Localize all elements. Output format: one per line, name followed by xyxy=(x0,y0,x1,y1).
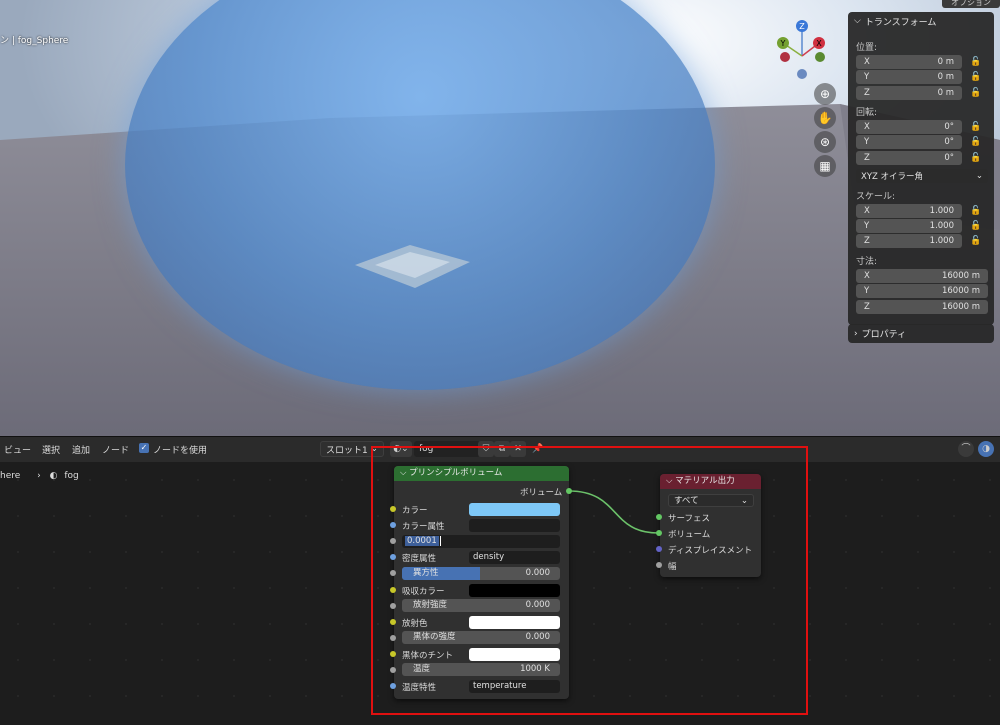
city-model xyxy=(355,245,470,288)
lock-icon[interactable]: 🔓 xyxy=(970,206,981,217)
lock-icon[interactable]: 🔓 xyxy=(970,88,981,99)
location-label: 位置: xyxy=(856,43,878,53)
lock-icon[interactable]: 🔓 xyxy=(970,236,981,247)
dimensions-label: 寸法: xyxy=(856,257,878,267)
camera-view-icon[interactable]: ⊛ xyxy=(814,131,836,153)
highlight-box xyxy=(371,446,808,715)
3d-viewport[interactable]: ン | fog_Sphere オプション Z Y X ⊕ ✋ ⊛ ▦ ⌵ トラン… xyxy=(0,0,1000,436)
use-nodes-checkbox[interactable]: ✓ xyxy=(139,443,149,453)
lock-icon[interactable]: 🔓 xyxy=(970,72,981,83)
properties-title: プロパティ xyxy=(861,330,907,340)
scale-z-field[interactable]: Z 1.000 xyxy=(856,234,962,248)
navigation-gizmo[interactable]: Z Y X xyxy=(775,18,835,83)
breadcrumb: here › ◐ fog xyxy=(0,471,79,481)
menu-select[interactable]: 選択 xyxy=(42,443,60,456)
gizmo-x-label: X xyxy=(816,39,822,48)
zoom-icon[interactable]: ⊕ xyxy=(814,83,836,105)
rotation-z-field[interactable]: Z 0° xyxy=(856,151,962,165)
location-x-field[interactable]: X0 m xyxy=(856,55,962,69)
dimensions-x-field[interactable]: X 16000 m xyxy=(856,269,988,283)
rotation-x-field[interactable]: X 0° xyxy=(856,120,962,134)
overlay-icon[interactable]: ◑ xyxy=(978,441,994,457)
transform-title: トランスフォーム xyxy=(864,17,937,28)
rotation-label: 回転: xyxy=(856,108,878,118)
pan-hand-icon[interactable]: ✋ xyxy=(814,107,836,129)
menu-add[interactable]: 追加 xyxy=(72,443,90,456)
transform-panel-header[interactable]: ⌵ トランスフォーム xyxy=(848,12,994,30)
options-tab[interactable]: オプション xyxy=(942,0,1000,8)
properties-panel-header[interactable]: › プロパティ xyxy=(848,324,994,343)
lock-icon[interactable]: 🔓 xyxy=(970,221,981,232)
lock-icon[interactable]: 🔓 xyxy=(970,153,981,164)
scale-y-field[interactable]: Y 1.000 xyxy=(856,219,962,233)
rotation-y-field[interactable]: Y 0° xyxy=(856,135,962,149)
snap-icon[interactable]: ⌒ xyxy=(958,441,974,457)
chevron-down-icon: ⌄ xyxy=(975,171,983,181)
lock-icon[interactable]: 🔓 xyxy=(970,137,981,148)
gizmo-y-label: Y xyxy=(780,39,786,48)
dimensions-y-field[interactable]: Y 16000 m xyxy=(856,284,988,298)
transform-panel: ⌵ トランスフォーム 位置: X0 m 🔓 Y0 m 🔓 Z0 m 🔓 回転: … xyxy=(848,12,994,325)
chevron-right-icon: › xyxy=(37,471,41,481)
gizmo-z-label: Z xyxy=(799,22,805,31)
location-z-field[interactable]: Z0 m xyxy=(856,86,962,100)
object-title: ン | fog_Sphere xyxy=(0,36,69,46)
location-y-field[interactable]: Y0 m xyxy=(856,70,962,84)
scale-label: スケール: xyxy=(856,192,896,202)
chevron-right-icon: › xyxy=(854,328,858,339)
lock-icon[interactable]: 🔓 xyxy=(970,57,981,68)
lock-icon[interactable]: 🔓 xyxy=(970,122,981,133)
perspective-grid-icon[interactable]: ▦ xyxy=(814,155,836,177)
menu-view[interactable]: ビュー xyxy=(4,443,31,456)
dimensions-z-field[interactable]: Z 16000 m xyxy=(856,300,988,314)
scale-x-field[interactable]: X 1.000 xyxy=(856,204,962,218)
chevron-down-icon: ⌵ xyxy=(854,16,861,26)
material-icon: ◐ xyxy=(49,471,58,481)
use-nodes-label: ノードを使用 xyxy=(153,446,208,456)
rotation-mode-select[interactable]: XYZ オイラー角 ⌄ xyxy=(856,169,988,183)
menu-node[interactable]: ノード xyxy=(102,443,129,456)
